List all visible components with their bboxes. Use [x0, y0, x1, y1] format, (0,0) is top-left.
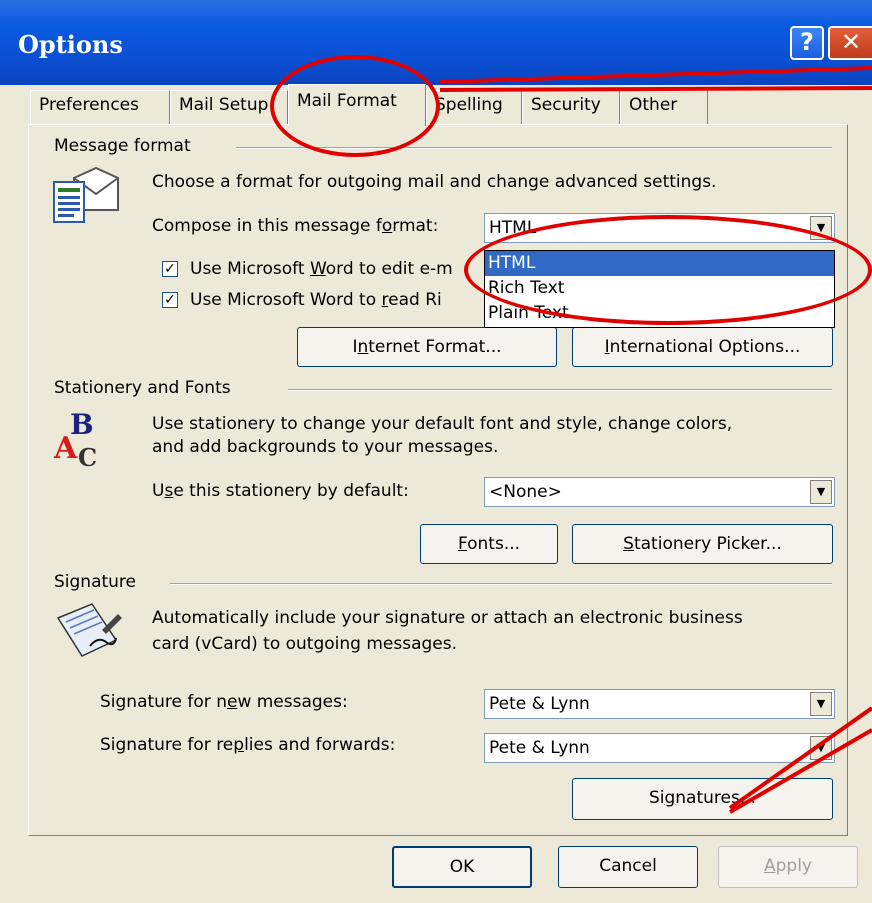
annotation-line [439, 66, 872, 84]
annotation-line [728, 728, 872, 814]
annotation-line [439, 86, 872, 92]
annotation-arrows [439, 66, 872, 814]
annotation-line [728, 706, 872, 810]
